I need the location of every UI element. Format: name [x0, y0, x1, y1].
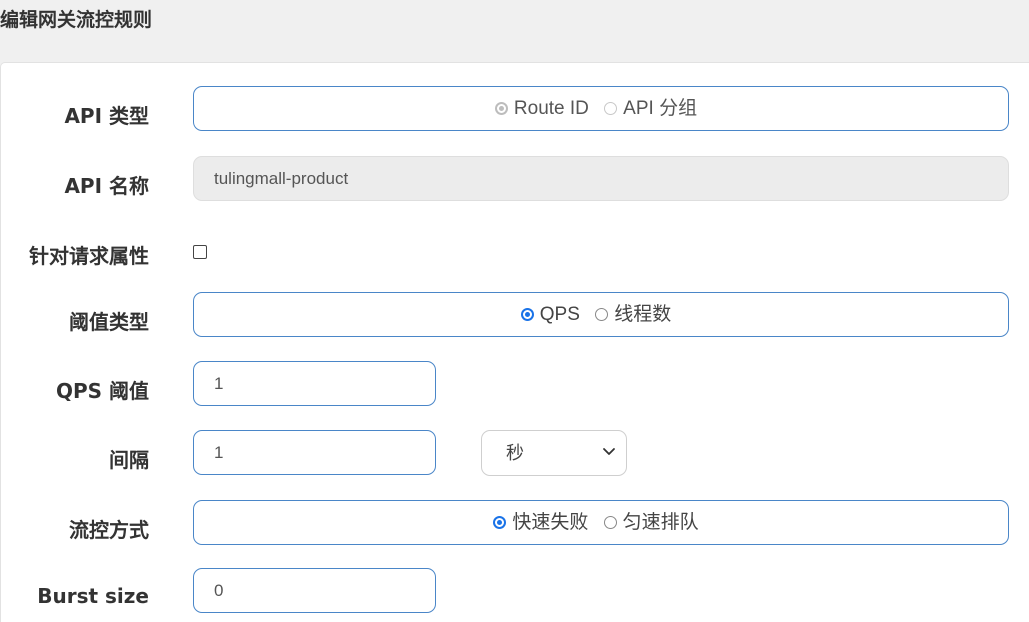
api-type-radio-group: Route ID API 分组: [193, 86, 1009, 131]
burst-size-row: Burst size 0: [0, 568, 1029, 614]
threshold-type-label: 阈值类型: [69, 310, 149, 334]
param-flow-row: 针对请求属性: [0, 240, 1029, 268]
radio-icon: [494, 102, 508, 115]
control-behavior-option-fast-fail[interactable]: 快速失败: [493, 512, 588, 533]
api-type-row: API 类型 Route ID API 分组: [0, 86, 1029, 132]
dialog-title: 编辑网关流控规则: [0, 9, 153, 31]
qps-threshold-label: QPS 阈值: [55, 379, 149, 403]
threshold-type-option-threads[interactable]: 线程数: [595, 304, 671, 325]
burst-size-label: Burst size: [37, 584, 149, 608]
radio-icon: [595, 308, 609, 321]
interval-row: 间隔 1 秒: [0, 430, 1029, 476]
api-name-value: tulingmall-product: [214, 169, 349, 188]
dialog-header: 编辑网关流控规则: [0, 0, 1029, 62]
api-type-option-route-id[interactable]: Route ID: [494, 98, 589, 119]
interval-unit-select[interactable]: 秒: [481, 430, 627, 476]
interval-input[interactable]: 1: [193, 430, 436, 475]
param-flow-label: 针对请求属性: [29, 244, 149, 268]
chevron-down-icon: [603, 448, 615, 455]
radio-icon: [520, 308, 534, 321]
api-name-row: API 名称 tulingmall-product: [0, 156, 1029, 202]
radio-icon: [493, 516, 507, 529]
param-flow-checkbox[interactable]: [193, 245, 207, 259]
api-type-label: API 类型: [64, 104, 149, 128]
threshold-type-option-qps[interactable]: QPS: [520, 304, 580, 325]
radio-icon: [603, 516, 617, 529]
radio-icon: [604, 102, 618, 115]
control-behavior-radio-group: 快速失败 匀速排队: [193, 500, 1009, 545]
api-type-option-api-group[interactable]: API 分组: [604, 98, 697, 119]
interval-label: 间隔: [109, 448, 149, 472]
threshold-type-radio-group: QPS 线程数: [193, 292, 1009, 337]
api-name-label: API 名称: [64, 174, 149, 198]
api-name-field: tulingmall-product: [193, 156, 1009, 201]
burst-size-input[interactable]: 0: [193, 568, 436, 613]
qps-threshold-row: QPS 阈值 1: [0, 361, 1029, 407]
control-behavior-option-rate-limiter[interactable]: 匀速排队: [603, 512, 699, 533]
control-behavior-row: 流控方式 快速失败 匀速排队: [0, 500, 1029, 546]
control-behavior-label: 流控方式: [69, 518, 149, 542]
threshold-type-row: 阈值类型 QPS 线程数: [0, 292, 1029, 338]
qps-threshold-input[interactable]: 1: [193, 361, 436, 406]
